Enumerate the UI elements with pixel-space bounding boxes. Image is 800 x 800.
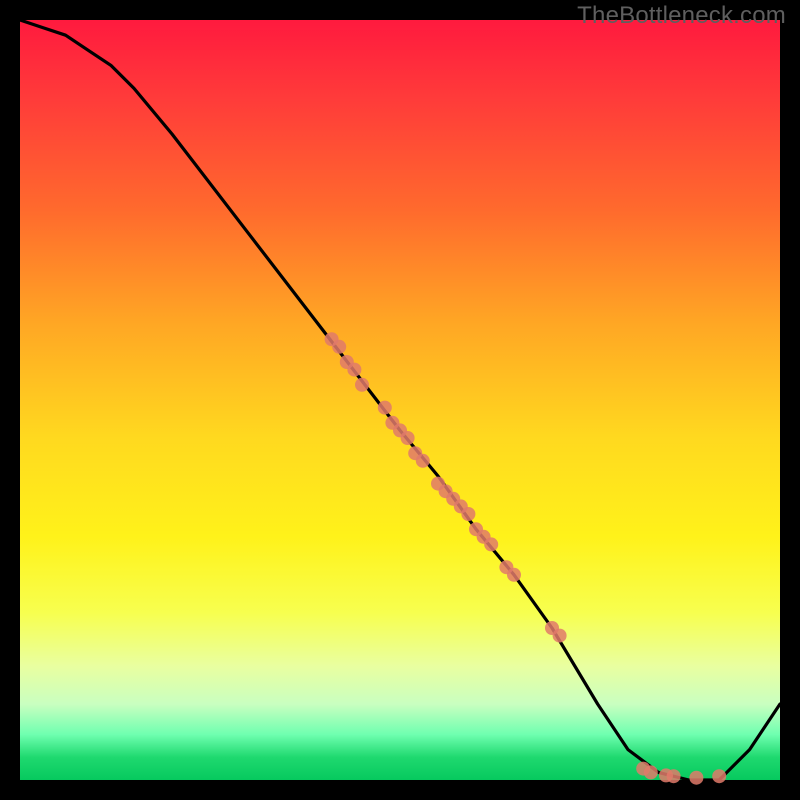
data-point	[689, 771, 703, 785]
data-point	[332, 340, 346, 354]
data-point	[416, 454, 430, 468]
bottleneck-curve	[20, 20, 780, 780]
data-point	[378, 401, 392, 415]
data-point	[355, 378, 369, 392]
chart-svg	[20, 20, 780, 780]
data-point	[347, 363, 361, 377]
data-point	[461, 507, 475, 521]
data-point	[401, 431, 415, 445]
data-point	[553, 629, 567, 643]
data-point	[712, 769, 726, 783]
data-point	[644, 765, 658, 779]
data-point	[507, 568, 521, 582]
data-point	[484, 537, 498, 551]
data-point	[667, 769, 681, 783]
scatter-points	[325, 332, 727, 785]
chart-frame	[20, 20, 780, 780]
bottleneck-curve-path	[20, 20, 780, 780]
watermark-label: TheBottleneck.com	[577, 2, 786, 30]
